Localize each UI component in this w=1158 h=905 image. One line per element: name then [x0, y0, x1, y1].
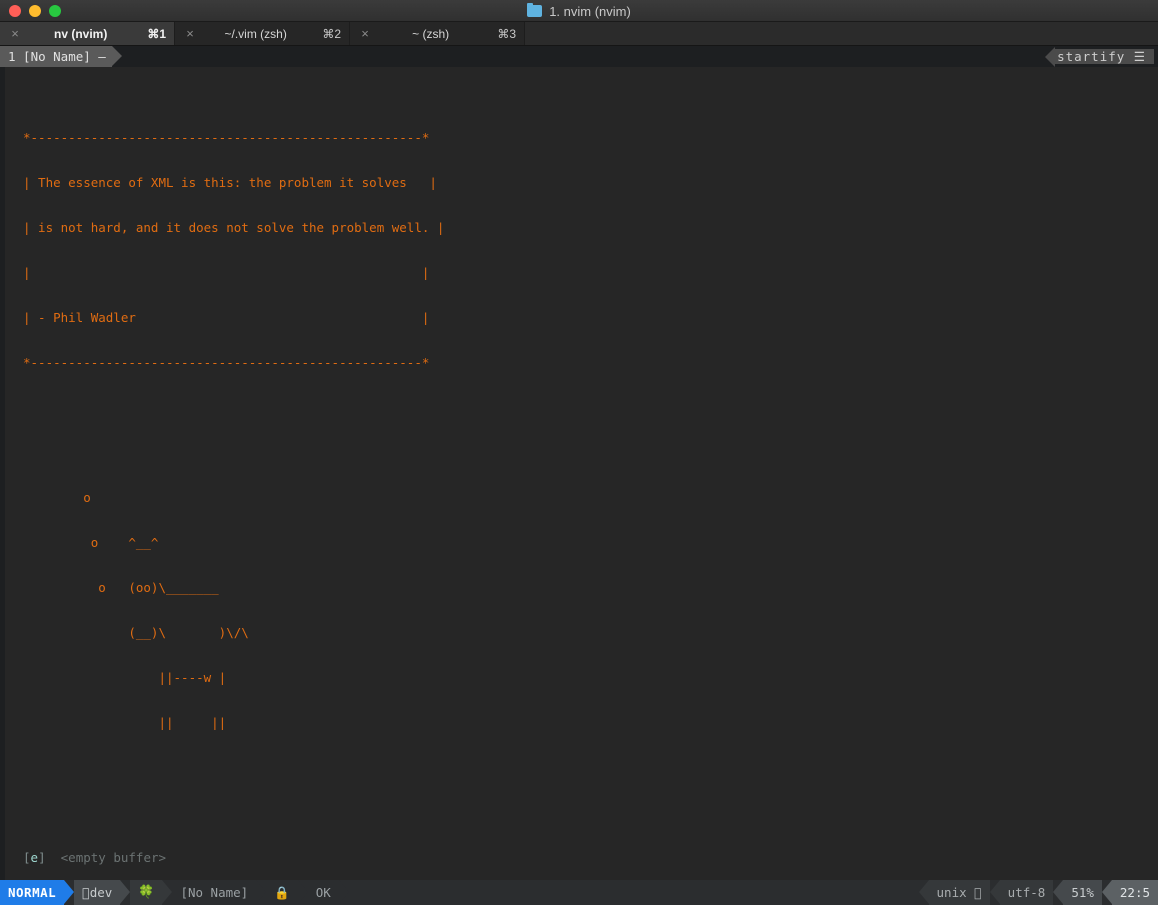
quote-box-bottom: *---------------------------------------… — [23, 355, 430, 370]
percent-arrow-icon — [1053, 880, 1064, 904]
statusline-right: unix  utf-8 51% 22:5 — [918, 880, 1158, 905]
iterm-tab-shortcut: ⌘2 — [322, 26, 341, 41]
zoom-window-button[interactable] — [49, 4, 61, 17]
cow-art-line-2: o ^__^ — [23, 535, 159, 550]
folder-icon — [527, 3, 543, 17]
iterm-tab-nvim[interactable]: × nv (nvim) ⌘1 — [0, 22, 175, 45]
iterm-tab-home-zsh[interactable]: × ~ (zsh) ⌘3 — [350, 22, 525, 45]
window-titlebar: 1. nvim (nvim) — [0, 0, 1158, 22]
position-arrow-icon — [1101, 880, 1112, 904]
filetype-label: startify ☰ — [1055, 49, 1154, 64]
chevron-left-icon — [1045, 46, 1056, 67]
vim-tabline: 1 [No Name] – startify ☰ — [0, 46, 1158, 67]
iterm-tab-shortcut: ⌘3 — [497, 26, 516, 41]
iterm-tab-vim-zsh[interactable]: × ~/.vim (zsh) ⌘2 — [175, 22, 350, 45]
status-mode: NORMAL — [0, 880, 65, 905]
ok-arrow-icon — [338, 880, 349, 904]
buffer-arrow-icon — [256, 880, 267, 904]
fileformat-arrow-icon — [918, 880, 929, 904]
status-readonly: 🔒 — [266, 880, 298, 905]
quote-box-top: *---------------------------------------… — [23, 130, 430, 145]
entry-label: <empty buffer> — [60, 850, 167, 865]
vim-tabline-filler — [121, 46, 1046, 67]
iterm-tab-title: ~/.vim (zsh) — [224, 26, 287, 41]
startify-content: *---------------------------------------… — [5, 67, 1158, 880]
quote-box-line-4: | - Phil Wadler | — [23, 310, 430, 325]
status-position: 22:5 — [1111, 880, 1158, 905]
close-icon[interactable]: × — [358, 27, 372, 40]
status-encoding: utf-8 — [999, 880, 1054, 905]
vim-statusline: NORMAL dev 🍀 [No Name] 🔒 OK unix  utf-… — [0, 880, 1158, 905]
git-branch-icon:  — [82, 885, 90, 900]
cow-art-line-4: (__)\ )\/\ — [23, 625, 249, 640]
cow-art-line-3: o (oo)\_______ — [23, 580, 219, 595]
mode-arrow-icon — [64, 880, 75, 904]
cow-art-line-1: o — [23, 490, 91, 505]
plugin-arrow-icon — [162, 880, 173, 904]
status-plugin[interactable]: 🍀 — [130, 880, 163, 905]
filetype-indicator: startify ☰ — [1045, 46, 1154, 67]
iterm-tab-bar: × nv (nvim) ⌘1 × ~/.vim (zsh) ⌘2 × ~ (zs… — [0, 22, 1158, 46]
startify-buffer: *---------------------------------------… — [0, 67, 1158, 880]
iterm-tab-shortcut: ⌘1 — [147, 26, 166, 41]
cow-art-line-5: ||----w | — [23, 670, 227, 685]
iterm-tab-title: ~ (zsh) — [412, 26, 450, 41]
close-icon[interactable]: × — [183, 27, 197, 40]
status-branch[interactable]: dev — [74, 880, 121, 905]
iterm-tab-title: nv (nvim) — [53, 26, 108, 41]
clover-icon: 🍀 — [138, 885, 155, 900]
entry-key: e — [30, 850, 39, 865]
quote-box-line-1: | The essence of XML is this: the proble… — [23, 175, 437, 190]
status-fileformat: unix  — [928, 880, 990, 905]
branch-arrow-icon — [120, 880, 131, 904]
entry-bracket-close: ] — [38, 850, 46, 865]
quote-box-line-3: | | — [23, 265, 430, 280]
close-icon[interactable]: × — [8, 27, 22, 40]
branch-name: dev — [89, 885, 113, 900]
traffic-light-group — [0, 4, 61, 17]
terminal-window: 1. nvim (nvim) × nv (nvim) ⌘1 × ~/.vim (… — [0, 0, 1158, 905]
status-buffer-name: [No Name] — [172, 880, 257, 905]
startify-entry-empty-buffer[interactable]: [e] <empty buffer> — [5, 850, 1158, 865]
window-title-group: 1. nvim (nvim) — [0, 0, 1158, 22]
entry-gap — [46, 850, 61, 865]
encoding-arrow-icon — [989, 880, 1000, 904]
cow-art-line-6: || || — [23, 715, 227, 730]
minimize-window-button[interactable] — [29, 4, 41, 17]
entry-bracket-open: [ — [23, 850, 31, 865]
window-title: 1. nvim (nvim) — [549, 3, 631, 19]
status-ok: OK — [307, 880, 339, 905]
quote-box-line-2: | is not hard, and it does not solve the… — [23, 220, 445, 235]
status-percent: 51% — [1063, 880, 1102, 905]
vim-tab-no-name[interactable]: 1 [No Name] – — [0, 46, 112, 67]
close-window-button[interactable] — [9, 4, 21, 17]
tab-bar-filler — [525, 22, 1158, 45]
statusline-left: NORMAL dev 🍀 [No Name] 🔒 OK — [0, 880, 349, 905]
readonly-arrow-icon — [297, 880, 308, 904]
vim-tab-arrow-icon — [111, 46, 122, 66]
